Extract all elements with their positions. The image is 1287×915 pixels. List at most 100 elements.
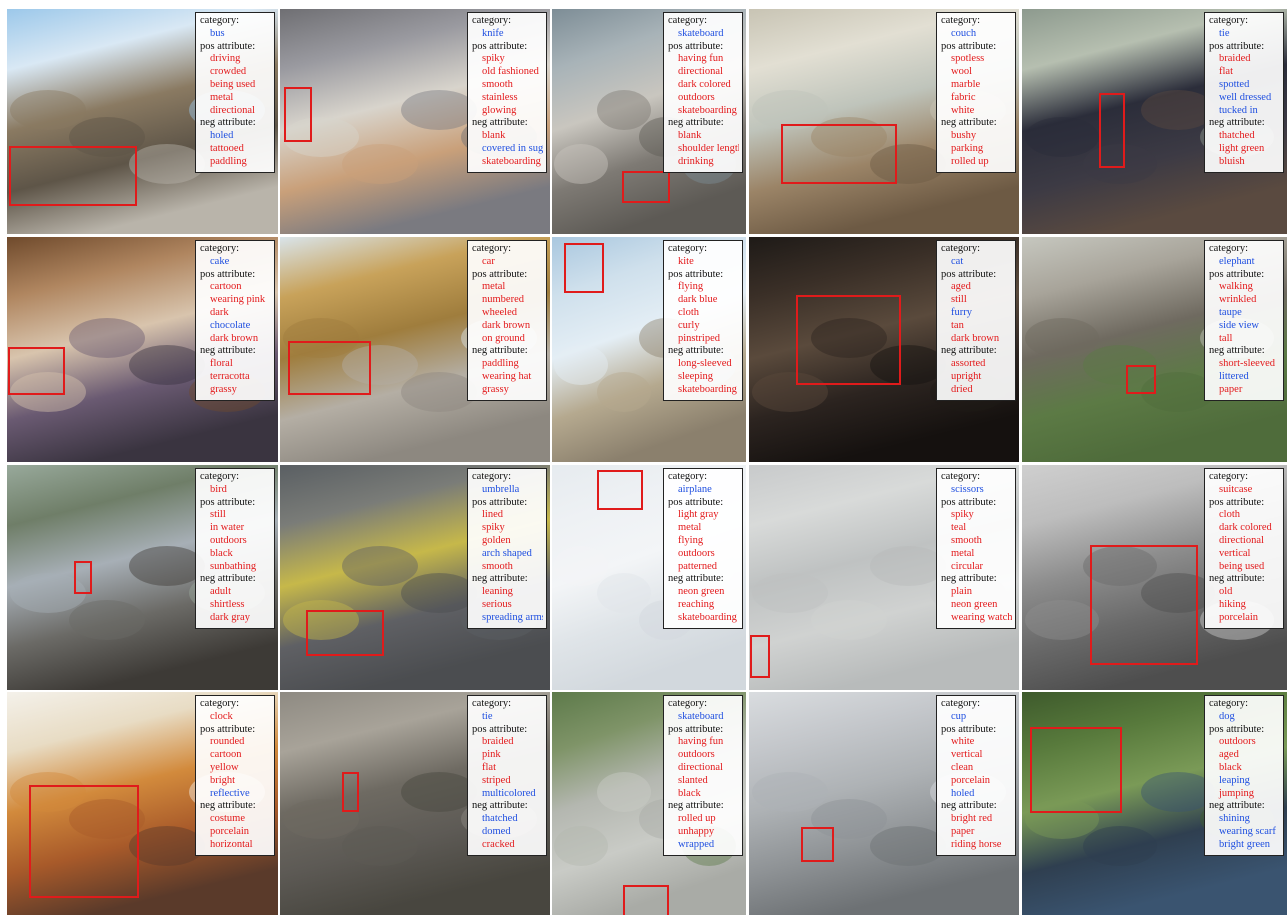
- label-neg: neg attribute:: [941, 573, 997, 585]
- pos-attribute: cloth: [1219, 509, 1240, 521]
- bounding-box: [288, 341, 371, 395]
- pos-attribute: striped: [482, 774, 511, 786]
- label-neg: neg attribute:: [472, 117, 528, 129]
- label-pos: pos attribute:: [472, 40, 528, 52]
- label-category: category:: [472, 471, 512, 482]
- neg-attribute: hiking: [1219, 598, 1246, 610]
- neg-attribute: holed: [210, 130, 234, 142]
- label-pos: pos attribute:: [200, 723, 256, 735]
- figure-panel-table-knife: category: knife pos attribute: spiky old fas…: [280, 9, 550, 234]
- label-neg: neg attribute:: [668, 117, 724, 129]
- label-pos: pos attribute:: [941, 40, 997, 52]
- pos-attribute: being used: [210, 78, 256, 90]
- pos-attribute: porcelain: [951, 774, 991, 786]
- label-neg: neg attribute:: [200, 573, 256, 585]
- neg-attribute: sleeping: [678, 370, 713, 382]
- attribute-panel: category: cat pos attribute: aged still furry…: [936, 240, 1016, 401]
- category-value: bird: [210, 483, 227, 495]
- pos-attribute: having fun: [678, 736, 724, 748]
- label-category: category:: [472, 698, 512, 709]
- label-neg: neg attribute:: [941, 345, 997, 357]
- pos-attribute: directional: [210, 104, 255, 116]
- bounding-box: [74, 561, 92, 594]
- pos-attribute: side view: [1219, 319, 1259, 331]
- pos-attribute: old fashioned: [482, 66, 539, 78]
- pos-attribute: still: [951, 294, 967, 306]
- label-pos: pos attribute:: [941, 496, 997, 508]
- attribute-panel: category: skateboard pos attribute: having …: [663, 12, 743, 173]
- pos-attribute: chocolate: [210, 319, 251, 331]
- pos-attribute: metal: [482, 281, 506, 293]
- label-pos: pos attribute:: [941, 723, 997, 735]
- pos-attribute: being used: [1219, 560, 1265, 572]
- pos-attribute: in water: [210, 522, 245, 534]
- neg-attribute: domed: [482, 825, 511, 837]
- figure-panel-room-couch: category: couch pos attribute: spotless wool…: [749, 9, 1019, 234]
- neg-attribute: old: [1219, 586, 1233, 598]
- pos-attribute: metal: [678, 522, 702, 534]
- neg-attribute: leaning: [482, 586, 513, 598]
- category-value: scissors: [951, 483, 984, 495]
- label-neg: neg attribute:: [1209, 345, 1265, 357]
- pos-attribute: crowded: [210, 66, 247, 78]
- pos-attribute: on ground: [482, 332, 525, 344]
- pos-attribute: directional: [1219, 534, 1264, 546]
- label-category: category:: [668, 15, 708, 26]
- figure-panel-trees-dog: category: dog pos attribute: outdoors aged bl…: [1022, 692, 1287, 915]
- neg-attribute: blank: [482, 130, 506, 142]
- bounding-box: [8, 347, 65, 395]
- neg-attribute: bushy: [951, 130, 977, 142]
- neg-attribute: serious: [482, 598, 512, 610]
- label-pos: pos attribute:: [472, 723, 528, 735]
- neg-attribute: wrapped: [678, 838, 715, 850]
- figure-panel-park-skateboard: category: skateboard pos attribute: having …: [552, 692, 746, 915]
- pos-attribute: spotted: [1219, 78, 1250, 90]
- neg-attribute: dried: [951, 383, 973, 395]
- label-pos: pos attribute:: [1209, 268, 1265, 280]
- neg-attribute: horizontal: [210, 838, 253, 850]
- attribute-panel: category: skateboard pos attribute: having …: [663, 695, 743, 856]
- label-category: category:: [472, 15, 512, 26]
- pos-attribute: dark colored: [1219, 522, 1272, 534]
- pos-attribute: aged: [951, 281, 971, 293]
- pos-attribute: outdoors: [678, 547, 715, 559]
- neg-attribute: wearing hat: [482, 370, 532, 382]
- category-value: couch: [951, 27, 977, 39]
- label-neg: neg attribute:: [200, 345, 256, 357]
- pos-attribute: having fun: [678, 53, 724, 65]
- category-value: cake: [210, 255, 230, 267]
- pos-attribute: well dressed: [1219, 91, 1272, 103]
- neg-attribute: grassy: [482, 383, 509, 395]
- label-pos: pos attribute:: [1209, 723, 1265, 735]
- label-neg: neg attribute:: [200, 117, 256, 129]
- neg-attribute: spreading arms: [482, 611, 543, 623]
- neg-attribute: blank: [678, 130, 702, 142]
- neg-attribute: unhappy: [678, 825, 715, 837]
- label-category: category:: [472, 243, 512, 254]
- label-pos: pos attribute:: [200, 496, 256, 508]
- bounding-box: [796, 295, 901, 385]
- bounding-box: [306, 610, 384, 656]
- figure-panel-floor-scissors: category: scissors pos attribute: spiky teal…: [749, 465, 1019, 690]
- label-category: category:: [941, 243, 981, 254]
- neg-attribute: wearing watch: [951, 611, 1012, 623]
- figure-panel-shed-elephant: category: elephant pos attribute: walking wr…: [1022, 237, 1287, 462]
- bounding-box: [1030, 727, 1122, 813]
- label-category: category:: [1209, 243, 1249, 254]
- label-pos: pos attribute:: [1209, 496, 1265, 508]
- label-category: category:: [668, 471, 708, 482]
- attribute-panel: category: airplane pos attribute: light gra…: [663, 468, 743, 629]
- pos-attribute: tan: [951, 319, 964, 331]
- label-category: category:: [200, 698, 240, 709]
- label-neg: neg attribute:: [1209, 800, 1265, 812]
- bounding-box: [1090, 545, 1198, 665]
- pos-attribute: cartoon: [210, 749, 242, 761]
- bounding-box: [622, 171, 670, 203]
- category-value: umbrella: [482, 483, 520, 495]
- pos-attribute: clean: [951, 761, 974, 773]
- pos-attribute: metal: [951, 547, 975, 559]
- bounding-box: [597, 470, 643, 510]
- attribute-panel: category: umbrella pos attribute: lined spik…: [467, 468, 547, 629]
- category-value: elephant: [1219, 255, 1255, 267]
- figure-panel-bakery-cake: category: cake pos attribute: cartoon wearin…: [7, 237, 278, 462]
